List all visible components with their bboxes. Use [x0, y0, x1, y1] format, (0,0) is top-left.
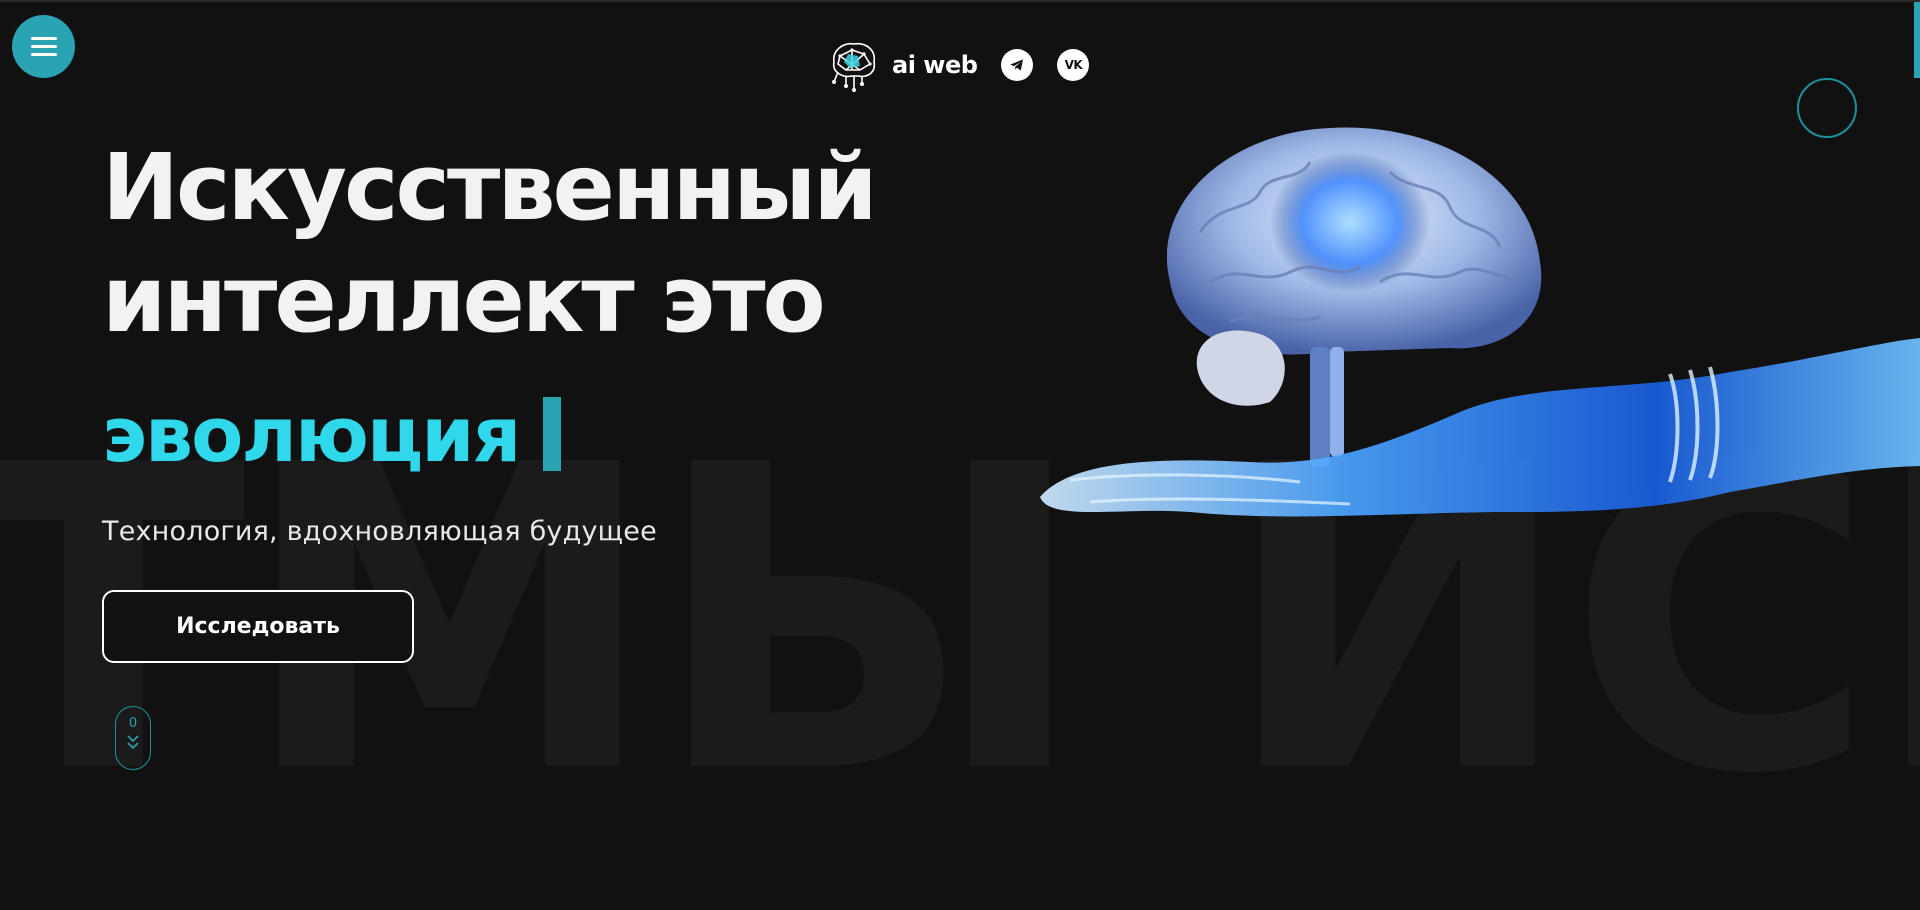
chevron-double-down-icon [127, 735, 139, 750]
menu-button[interactable] [12, 15, 75, 78]
telegram-link[interactable] [1001, 49, 1034, 81]
hero-accent-word: эволюция [102, 390, 521, 479]
scroll-down-indicator[interactable]: 0 [115, 706, 151, 770]
hero-title-line-2: интеллект это [102, 246, 826, 353]
brain-network-logo-icon[interactable] [824, 36, 882, 94]
vk-link[interactable]: VK [1057, 49, 1090, 81]
vk-icon: VK [1064, 58, 1083, 72]
brand-name[interactable]: ai web [892, 51, 978, 79]
telegram-icon [1010, 59, 1024, 71]
hamburger-icon [30, 32, 57, 61]
hero-subtitle: Технология, вдохновляющая будущее [102, 516, 657, 547]
typing-cursor [543, 397, 562, 471]
hero-accent-word-container: эволюция [102, 390, 562, 480]
hero-title: Искусственный интеллект это [102, 132, 878, 356]
explore-button[interactable]: Исследовать [102, 590, 414, 663]
header-brand: ai web VK [824, 36, 1090, 94]
page: ТМЫ ИСКУ ai web [0, 0, 1920, 910]
brain-on-hand-illustration [1040, 127, 1920, 517]
decorative-ring [1797, 78, 1857, 138]
hero-title-line-1: Искусственный [102, 134, 878, 241]
scroll-counter: 0 [128, 716, 138, 731]
scrollbar-thumb[interactable] [1914, 2, 1920, 78]
